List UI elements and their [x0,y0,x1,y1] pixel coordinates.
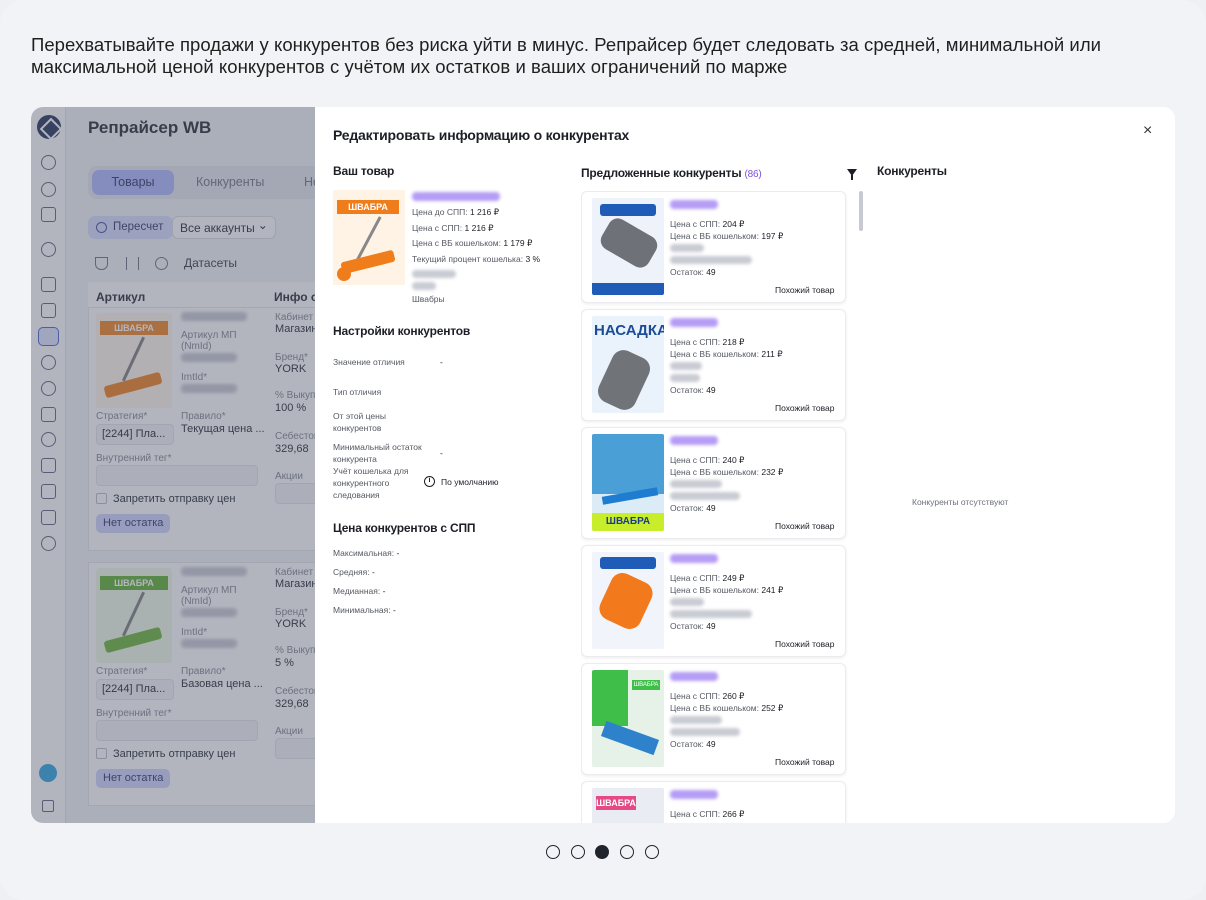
app-screenshot: Репрайсер WB Товары Конкуренты Но Пересч… [31,107,1175,823]
min-stock-value[interactable]: - [440,447,443,459]
competitor-thumbnail: НАСАДКА [592,316,664,413]
diff-value[interactable]: - [440,356,443,368]
competitor-thumbnail: ШВАБРА [592,788,664,823]
price-wallet: 1 179 ₽ [503,238,533,248]
pager-dot[interactable] [571,845,585,859]
your-product-heading: Ваш товар [333,164,395,178]
price-spp: 1 216 ₽ [464,223,494,233]
repricer-app: Репрайсер WB Товары Конкуренты Но Пересч… [31,107,348,823]
pager-dot[interactable] [645,845,659,859]
competitors-modal: Редактировать информацию о конкурентах ×… [315,107,1175,823]
empty-state: Конкуренты отсутствуют [912,497,1009,507]
slide-card: Перехватывайте продажи у конкурентов без… [0,0,1206,900]
similar-product-link[interactable]: Похожий товар [775,521,834,531]
competitor-card[interactable]: ШВАБРА Цена с СПП: 260 ₽ Цена с ВБ кошел… [581,663,846,775]
slide-pager [546,845,662,861]
competitor-thumbnail: ШВАБРА [592,670,664,767]
competitor-card[interactable]: ШВАБРА Цена с СПП: 266 ₽ [581,781,846,823]
close-icon[interactable]: × [1143,122,1152,140]
similar-product-link[interactable]: Похожий товар [775,757,834,767]
product-category: Швабры [412,294,445,304]
suggested-count: (86) [744,169,762,180]
competitor-card[interactable]: Цена с СПП: 204 ₽ Цена с ВБ кошельком: 1… [581,191,846,303]
competitor-card[interactable]: Цена с СПП: 249 ₽ Цена с ВБ кошельком: 2… [581,545,846,657]
price-before-spp: 1 216 ₽ [469,207,499,217]
similar-product-link[interactable]: Похожий товар [775,403,834,413]
wallet-percent: 3 % [525,254,541,264]
modal-title: Редактировать информацию о конкурентах [333,127,630,143]
filter-icon[interactable] [847,169,857,180]
similar-product-link[interactable]: Похожий товар [775,639,834,649]
wallet-mode[interactable]: По умолчанию [441,476,498,488]
pager-dot[interactable] [620,845,634,859]
competitor-thumbnail [592,198,664,295]
suggested-list: Цена с СПП: 204 ₽ Цена с ВБ кошельком: 1… [581,191,848,823]
min-price: - [393,605,396,615]
slide-caption: Перехватывайте продажи у конкурентов без… [31,34,1102,77]
avg-price: - [372,567,375,577]
spp-prices-heading: Цена конкурентов с СПП [333,521,476,535]
competitor-thumbnail [592,552,664,649]
scrollbar[interactable] [859,191,863,231]
modal-backdrop[interactable] [31,107,331,823]
competitor-thumbnail: ШВАБРА [592,434,664,531]
competitor-card[interactable]: ШВАБРА Цена с СПП: 240 ₽ Цена с ВБ кошел… [581,427,846,539]
suggested-heading: Предложенные конкуренты (86) [581,166,762,180]
similar-product-link[interactable]: Похожий товар [775,285,834,295]
max-price: - [396,548,400,558]
competitors-heading: Конкуренты [877,164,947,178]
pager-dot[interactable] [546,845,560,859]
median-price: - [382,586,386,596]
info-icon[interactable]: i [424,476,435,487]
pager-dot-active[interactable] [595,845,609,859]
competitor-card[interactable]: НАСАДКА Цена с СПП: 218 ₽ Цена с ВБ коше… [581,309,846,421]
your-product-name[interactable] [412,192,500,201]
your-product-thumbnail[interactable]: ШВАБРА [333,190,405,285]
settings-heading: Настройки конкурентов [333,324,471,338]
